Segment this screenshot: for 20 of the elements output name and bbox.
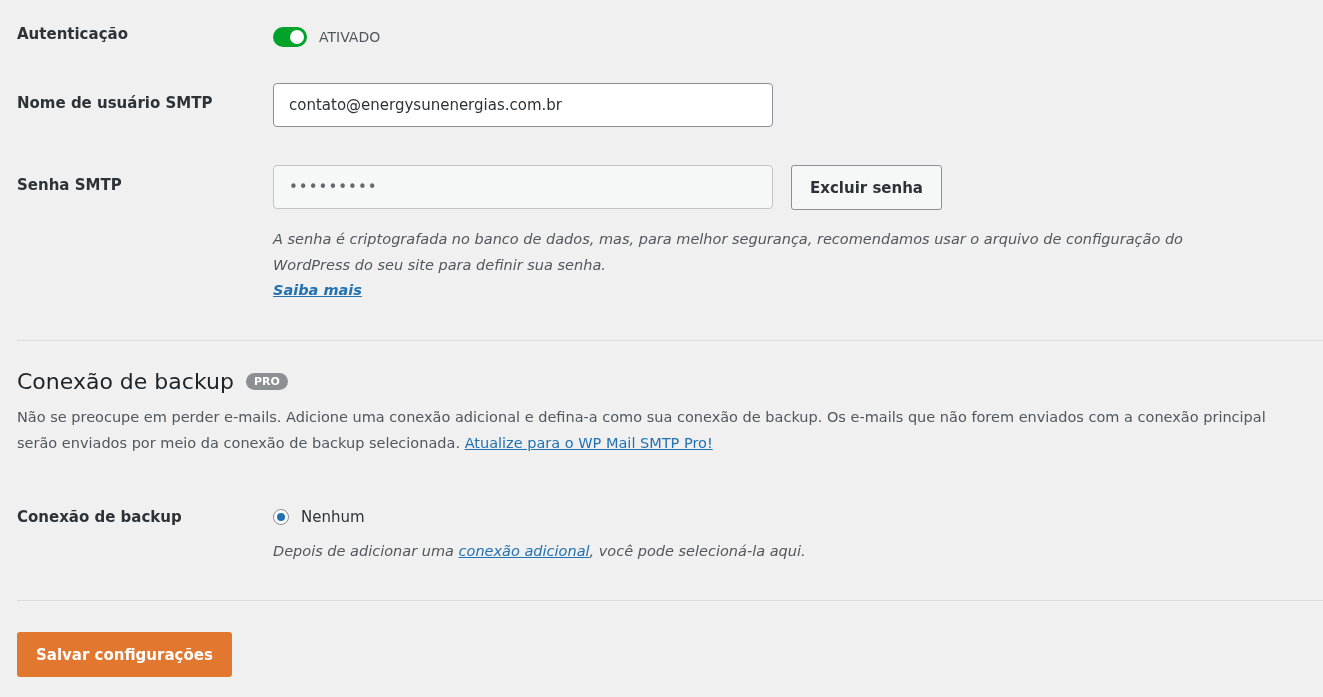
password-input[interactable]: ••••••••• (273, 165, 773, 209)
help-text: Depois de adicionar uma conexão adicional, você pode selecioná-la aqui. (273, 542, 807, 561)
delete-password-button[interactable]: Excluir senha (791, 165, 942, 210)
radio-label: Nenhum (301, 508, 365, 526)
field-label: Conexão de backup (17, 508, 183, 528)
field-label: Nome de usuário SMTP (17, 93, 214, 114)
save-settings-button[interactable]: Salvar configurações (17, 632, 232, 677)
radio-button[interactable] (273, 509, 289, 525)
additional-connection-link[interactable]: conexão adicional (458, 543, 590, 559)
section-description: Não se preocupe em perder e-mails. Adicione uma conexão adicional e defina-a como sua conexão de backup. Os e-mails que não forem enviados com a conexão principal serão enviados por meio da conexão de backup selecionada. Atualize para o WP Mail SMTP Pro! (17, 408, 1267, 453)
toggle-state-label: ATIVADO (319, 29, 381, 45)
help-text: A senha é criptografada no banco de dados, mas, para melhor segurança, recomendamos usar o arquivo de configuração do WordPress do seu site para definir sua senha. (273, 230, 1184, 275)
username-input[interactable]: contato@energysunenergias.com.br (273, 83, 773, 127)
section-title: Conexão de backup (17, 369, 234, 394)
upgrade-link[interactable]: Atualize para o WP Mail SMTP Pro! (464, 435, 713, 451)
learn-more-link[interactable]: Saiba mais (273, 278, 362, 302)
pro-badge: PRO (245, 373, 288, 390)
toggle-switch[interactable] (273, 27, 307, 47)
field-label: Senha SMTP (17, 175, 123, 196)
field-label: Autenticação (17, 25, 129, 45)
